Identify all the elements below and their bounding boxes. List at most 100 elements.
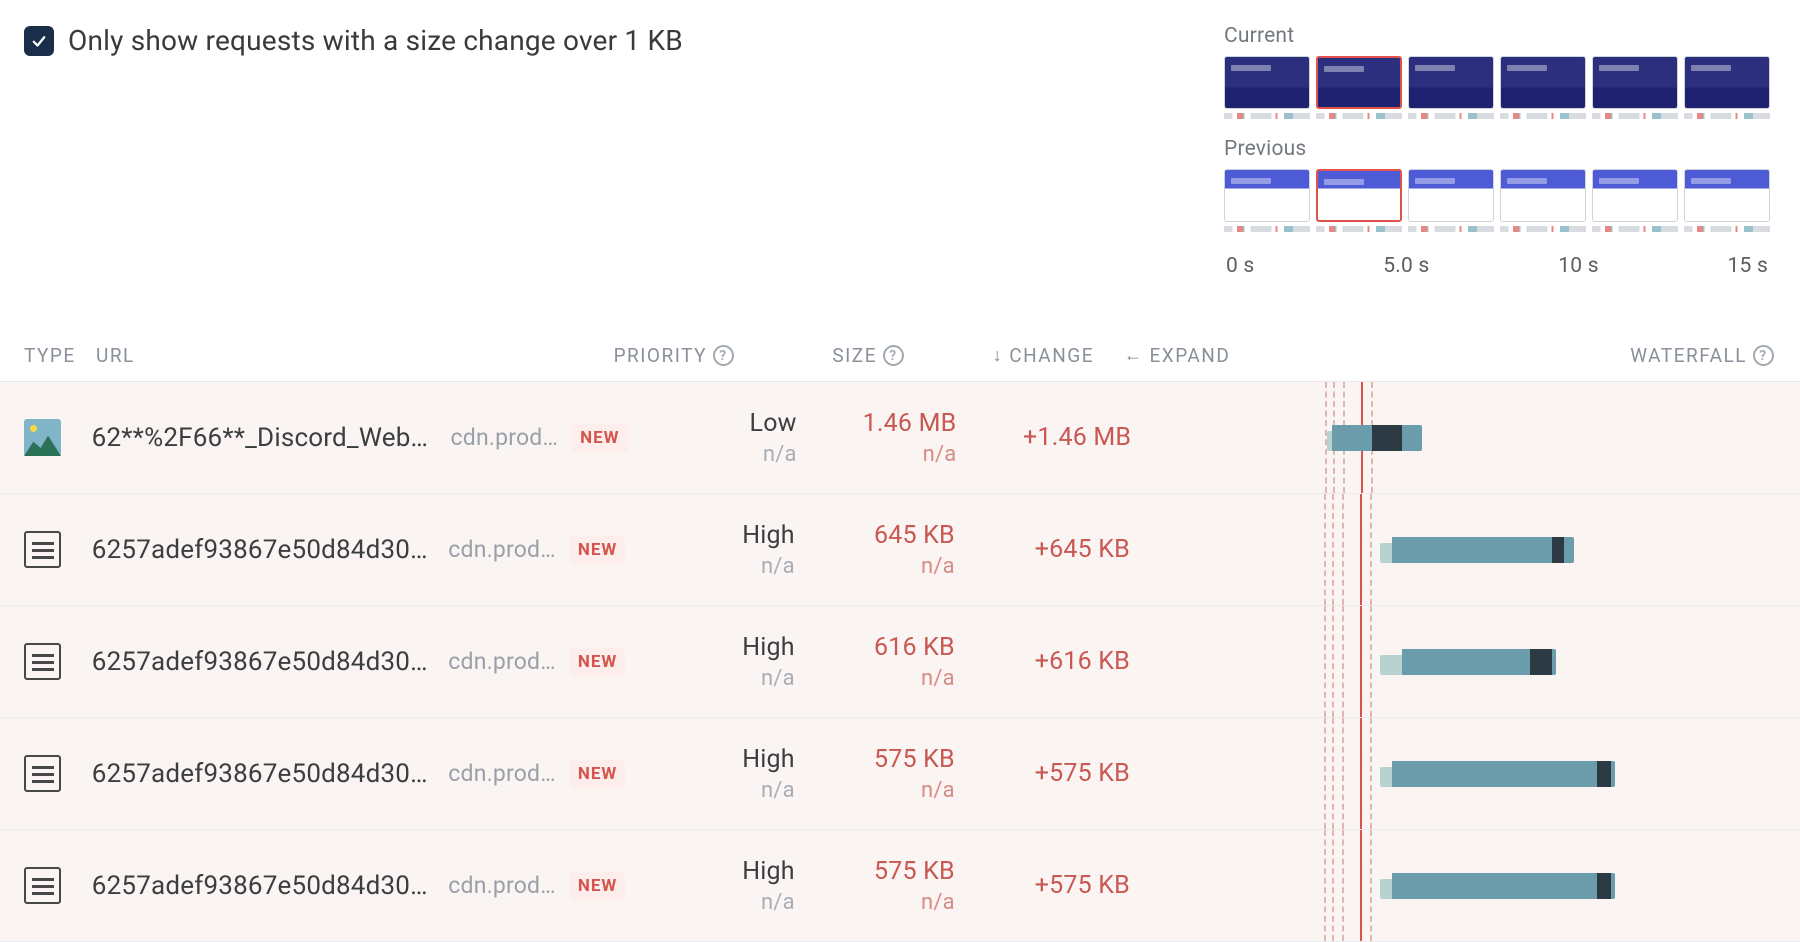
th-priority-label: PRIORITY: [614, 344, 707, 367]
help-icon[interactable]: ?: [713, 345, 734, 366]
table-row[interactable]: 6257adef93867e50d84d30e2/…cdn.prod…NEWHi…: [0, 718, 1800, 830]
current-thumbs: [1224, 56, 1770, 119]
thumb-current-3[interactable]: [1500, 56, 1586, 109]
change-value: +575 KB: [955, 871, 1130, 900]
new-badge: NEW: [570, 536, 625, 564]
waterfall-track: [1324, 718, 1776, 829]
tick: 10 s: [1558, 254, 1598, 278]
priority-value: High: [625, 745, 794, 774]
image-type-icon: [24, 419, 61, 456]
th-change-label: CHANGE: [1009, 344, 1094, 367]
url-main: 6257adef93867e50d84d30e2/…: [92, 759, 435, 789]
url-main: 62**%2F66**_Discord_Website…: [92, 423, 437, 453]
th-size-label: SIZE: [832, 344, 877, 367]
size-value: 1.46 MB: [797, 409, 957, 438]
timeline-bar: [1500, 113, 1586, 119]
size-value: 575 KB: [795, 745, 955, 774]
priority-value: High: [625, 857, 794, 886]
timeline-bar: [1500, 226, 1586, 232]
th-change[interactable]: ↓ CHANGE: [904, 344, 1094, 367]
th-type[interactable]: TYPE: [24, 344, 96, 367]
th-url[interactable]: URL: [96, 344, 554, 367]
thumb-prev-4[interactable]: [1592, 169, 1678, 222]
change-value: +645 KB: [955, 535, 1130, 564]
table-row[interactable]: 62**%2F66**_Discord_Website…cdn.prod…NEW…: [0, 382, 1800, 494]
thumb-prev-0[interactable]: [1224, 169, 1310, 222]
timeline-bar: [1408, 226, 1494, 232]
table-row[interactable]: 6257adef93867e50d84d30e2/…cdn.prod…NEWHi…: [0, 606, 1800, 718]
timeline-bar: [1684, 226, 1770, 232]
waterfall-track: [1324, 830, 1776, 941]
priority-prev: n/a: [625, 890, 794, 915]
help-icon[interactable]: ?: [883, 345, 904, 366]
waterfall-marker: [1370, 718, 1372, 829]
timeline-bar: [1408, 113, 1494, 119]
waterfall-bar: [1380, 537, 1574, 563]
change-value: +616 KB: [955, 647, 1130, 676]
thumb-prev-3[interactable]: [1500, 169, 1586, 222]
waterfall-marker: [1324, 494, 1326, 605]
priority-prev: n/a: [628, 442, 797, 467]
waterfall-marker: [1332, 830, 1334, 941]
waterfall-marker: [1342, 718, 1344, 829]
text-type-icon: [24, 643, 61, 680]
previous-label: Previous: [1224, 137, 1770, 161]
change-value: +575 KB: [955, 759, 1130, 788]
waterfall-bar: [1380, 649, 1556, 675]
size-prev: n/a: [795, 666, 955, 691]
waterfall-marker: [1332, 606, 1334, 717]
previous-thumbs: [1224, 169, 1770, 232]
size-prev: n/a: [795, 778, 955, 803]
size-value: 645 KB: [795, 521, 955, 550]
thumb-current-4[interactable]: [1592, 56, 1678, 109]
url-domain: cdn.prod…: [448, 760, 556, 787]
waterfall-marker: [1360, 606, 1362, 717]
waterfall-marker: [1370, 494, 1372, 605]
help-icon[interactable]: ?: [1753, 345, 1774, 366]
thumb-prev-2[interactable]: [1408, 169, 1494, 222]
timeline-bar: [1316, 113, 1402, 119]
timeline-bar: [1316, 226, 1402, 232]
waterfall-marker: [1370, 830, 1372, 941]
priority-value: High: [625, 521, 794, 550]
waterfall-marker: [1342, 494, 1344, 605]
tick: 5.0 s: [1383, 254, 1429, 278]
th-waterfall-label: WATERFALL: [1630, 344, 1747, 367]
timeline-bar: [1224, 226, 1310, 232]
thumb-current-0[interactable]: [1224, 56, 1310, 109]
url-main: 6257adef93867e50d84d30e2/…: [92, 535, 435, 565]
th-waterfall[interactable]: WATERFALL ?: [1296, 344, 1776, 367]
new-badge: NEW: [570, 648, 625, 676]
filmstrip: Current Previous 0 s 5.0 s: [1224, 24, 1776, 278]
url-main: 6257adef93867e50d84d30e2/…: [92, 647, 435, 677]
table-row[interactable]: 6257adef93867e50d84d30e2/… cdn.prod… NEWHi…: [0, 494, 1800, 606]
priority-value: High: [625, 633, 794, 662]
thumb-current-2[interactable]: [1408, 56, 1494, 109]
thumb-current-5[interactable]: [1684, 56, 1770, 109]
text-type-icon: [24, 531, 61, 568]
priority-prev: n/a: [625, 778, 794, 803]
th-priority[interactable]: PRIORITY ?: [554, 344, 734, 367]
size-prev: n/a: [795, 554, 955, 579]
waterfall-bar: [1327, 425, 1422, 451]
request-rows: 62**%2F66**_Discord_Website… cdn.prod… NEW…: [0, 382, 1800, 942]
size-prev: n/a: [797, 442, 957, 467]
waterfall-marker: [1360, 494, 1362, 605]
arrow-down-icon: ↓: [993, 345, 1004, 366]
change-value: +1.46 MB: [956, 423, 1131, 452]
thumb-current-1[interactable]: [1316, 56, 1402, 109]
filter-checkbox[interactable]: [24, 26, 54, 56]
size-value: 575 KB: [795, 857, 955, 886]
waterfall-marker: [1360, 830, 1362, 941]
thumb-prev-5[interactable]: [1684, 169, 1770, 222]
priority-value: Low: [628, 409, 797, 438]
time-axis: 0 s 5.0 s 10 s 15 s: [1224, 250, 1770, 278]
th-expand[interactable]: ← EXPAND: [1094, 344, 1296, 367]
th-size[interactable]: SIZE ?: [734, 344, 904, 367]
new-badge: NEW: [572, 424, 627, 452]
tick: 15 s: [1728, 254, 1768, 278]
table-row[interactable]: 6257adef93867e50d84d30e2/…cdn.prod…NEWHi…: [0, 830, 1800, 942]
thumb-prev-1[interactable]: [1316, 169, 1402, 222]
waterfall-bar: [1380, 761, 1615, 787]
url-domain: cdn.prod…: [448, 536, 556, 563]
